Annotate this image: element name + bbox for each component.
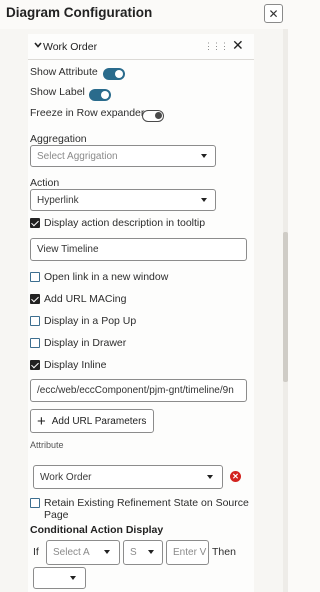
condition-operator-select[interactable]: S	[123, 540, 163, 565]
retain-refinement-label-line2: Page	[44, 509, 69, 521]
then-label: Then	[212, 546, 236, 558]
scrollbar-thumb[interactable]	[283, 232, 288, 382]
aggregation-placeholder: Select Aggrigation	[37, 150, 118, 162]
chevron-down-icon	[201, 154, 207, 158]
display-desc-checkbox[interactable]	[30, 218, 40, 228]
close-icon: ✕	[268, 6, 279, 21]
chevron-down-icon	[104, 550, 110, 554]
remove-section-icon[interactable]: ✕	[232, 37, 244, 54]
aggregation-label: Aggregation	[30, 133, 87, 145]
display-drawer-label: Display in Drawer	[44, 337, 127, 349]
divider	[28, 59, 254, 60]
chevron-down-icon	[148, 550, 154, 554]
tooltip-text-input[interactable]: View Timeline	[30, 238, 247, 261]
display-inline-checkbox[interactable]	[30, 360, 40, 370]
chevron-down-icon	[201, 198, 207, 202]
freeze-toggle[interactable]	[142, 110, 164, 122]
then-action-select[interactable]	[33, 567, 86, 589]
url-value: /ecc/web/eccComponent/pjm-gnt/timeline/9…	[37, 385, 234, 396]
close-dialog-button[interactable]: ✕	[264, 4, 283, 23]
retain-refinement-label: Retain Existing Refinement State on Sour…	[44, 497, 249, 509]
retain-refinement-checkbox[interactable]	[30, 498, 40, 508]
attribute-value: Work Order	[40, 471, 92, 483]
url-input[interactable]: /ecc/web/eccComponent/pjm-gnt/timeline/9…	[30, 379, 247, 402]
display-desc-label: Display action description in tooltip	[44, 217, 206, 229]
freeze-label: Freeze in Row expander	[30, 107, 145, 119]
action-select[interactable]: Hyperlink	[30, 189, 216, 211]
condition-attribute-placeholder: Select A	[53, 547, 90, 558]
show-label-toggle[interactable]	[89, 89, 111, 101]
display-popup-checkbox[interactable]	[30, 316, 40, 326]
chevron-down-icon	[207, 475, 213, 479]
condition-value-input[interactable]: Enter V	[166, 540, 209, 565]
display-popup-label: Display in a Pop Up	[44, 315, 137, 327]
condition-value-placeholder: Enter V	[173, 547, 207, 558]
attribute-select[interactable]: Work Order	[33, 465, 223, 489]
display-inline-label: Display Inline	[44, 359, 107, 371]
page-title: Diagram Configuration	[6, 5, 153, 20]
show-attribute-label: Show Attribute	[30, 66, 98, 78]
drag-handle-icon[interactable]: ⋮⋮⋮	[204, 41, 229, 52]
chevron-down-icon	[70, 576, 76, 580]
add-url-macing-checkbox[interactable]	[30, 294, 40, 304]
show-label-label: Show Label	[30, 86, 85, 98]
open-new-window-checkbox[interactable]	[30, 272, 40, 282]
error-icon: ✕	[230, 471, 241, 482]
conditional-action-label: Conditional Action Display	[30, 524, 164, 536]
condition-operator-placeholder: S	[130, 547, 137, 558]
tooltip-text-value: View Timeline	[37, 244, 99, 255]
display-drawer-checkbox[interactable]	[30, 338, 40, 348]
section-title: Work Order	[43, 41, 98, 53]
add-url-parameters-label: Add URL Parameters	[51, 415, 147, 427]
plus-icon: +	[37, 412, 46, 430]
open-new-window-label: Open link in a new window	[44, 271, 169, 283]
attribute-label: Attribute	[30, 440, 64, 450]
add-url-macing-label: Add URL MACing	[44, 293, 127, 305]
action-value: Hyperlink	[37, 194, 79, 206]
chevron-down-icon[interactable]	[33, 40, 43, 50]
action-label: Action	[30, 177, 60, 189]
if-label: If	[33, 546, 39, 558]
add-url-parameters-button[interactable]: + Add URL Parameters	[30, 409, 154, 433]
aggregation-select[interactable]: Select Aggrigation	[30, 145, 216, 167]
show-attribute-toggle[interactable]	[103, 68, 125, 80]
